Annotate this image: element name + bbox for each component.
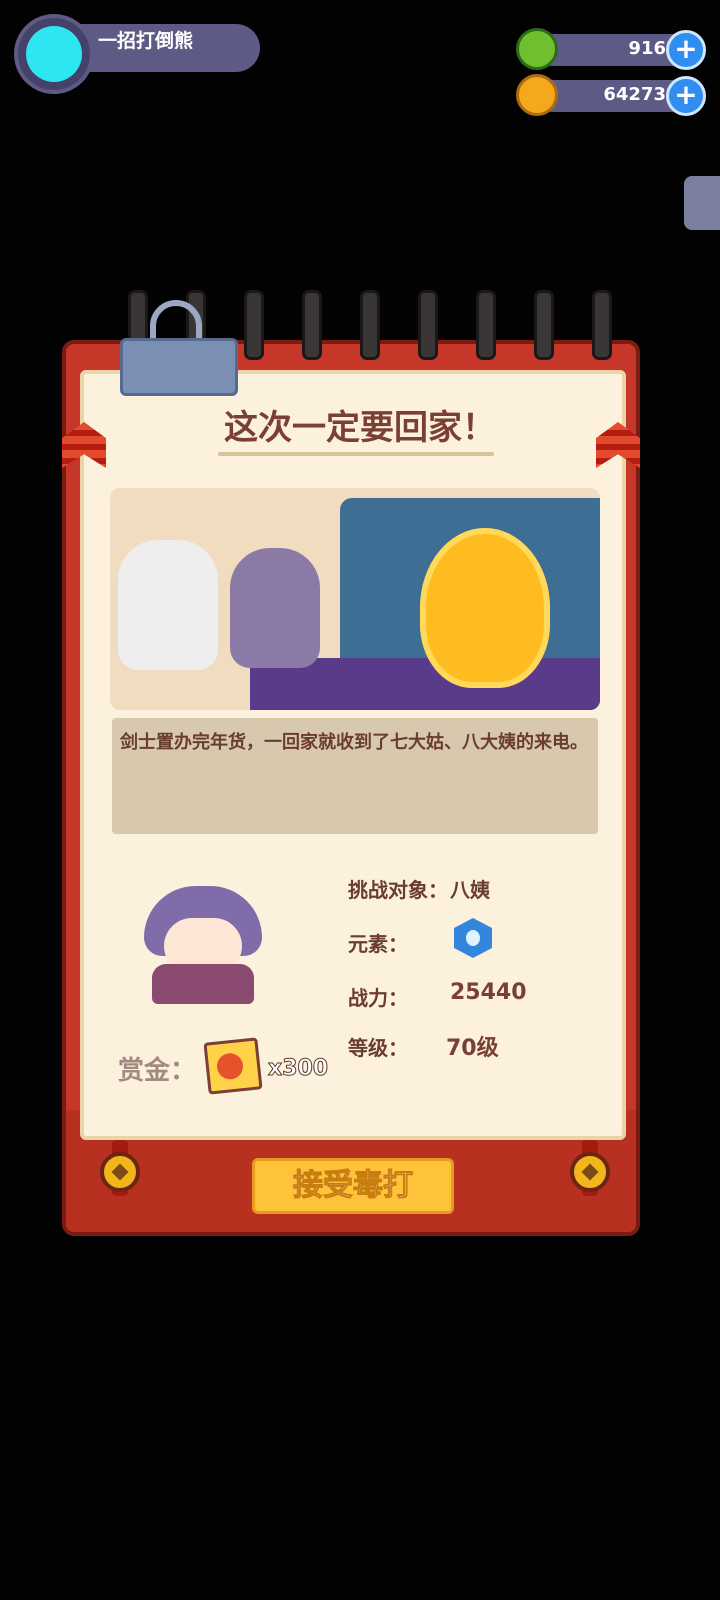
- ring: [592, 290, 612, 360]
- currency-gems: 916 +: [516, 28, 706, 70]
- side-drawer-tab[interactable]: [684, 176, 720, 230]
- ring: [360, 290, 380, 360]
- target-portrait: [138, 886, 268, 1004]
- binder-clip-icon: [120, 300, 240, 400]
- ring: [476, 290, 496, 360]
- currency-value: 916: [628, 38, 666, 59]
- add-coins-button[interactable]: +: [666, 76, 706, 116]
- reward-label: 赏金：: [118, 1056, 197, 1086]
- currency-coins: 64273 +: [516, 74, 706, 116]
- player-name: 一招打倒熊: [98, 30, 194, 52]
- ring: [418, 290, 438, 360]
- currency-value: 64273: [603, 84, 666, 105]
- ticket-emblem: [215, 1052, 245, 1081]
- accept-quest-button[interactable]: 接受毒打: [252, 1158, 454, 1214]
- level-value: 70级: [446, 1036, 499, 1061]
- reward-quantity: x300: [267, 1056, 329, 1082]
- title-underline: [218, 452, 494, 456]
- level-label: 等级：: [348, 1036, 408, 1060]
- swordsman-character: [230, 548, 320, 668]
- power-label: 战力：: [348, 986, 408, 1010]
- target-label: 挑战对象：: [348, 878, 448, 902]
- add-gems-button[interactable]: +: [666, 30, 706, 70]
- cat-avatar-icon: [26, 26, 82, 82]
- element-label: 元素：: [348, 932, 408, 956]
- quest-title: 这次一定要回家！: [224, 408, 496, 448]
- ring: [244, 290, 264, 360]
- old-lady-character: [118, 540, 218, 670]
- target-value: 八姨: [450, 878, 490, 902]
- power-value: 25440: [450, 980, 527, 1005]
- angry-caller-fire-icon: [420, 528, 550, 688]
- gold-coin-ornament-icon: [100, 1152, 140, 1192]
- clip-base: [120, 338, 238, 396]
- player-avatar[interactable]: [14, 14, 94, 94]
- green-gem-icon: [516, 28, 558, 70]
- gold-coin-ornament-icon: [570, 1152, 610, 1192]
- ring: [302, 290, 322, 360]
- ring: [534, 290, 554, 360]
- ticket-icon: [203, 1037, 263, 1095]
- portrait-body: [152, 964, 254, 1004]
- quest-illustration: [110, 488, 600, 710]
- gold-planet-coin-icon: [516, 74, 558, 116]
- player-badge[interactable]: 一招打倒熊: [14, 14, 260, 94]
- quest-description: 剑士置办完年货，一回家就收到了七大姑、八大姨的来电。: [112, 718, 598, 834]
